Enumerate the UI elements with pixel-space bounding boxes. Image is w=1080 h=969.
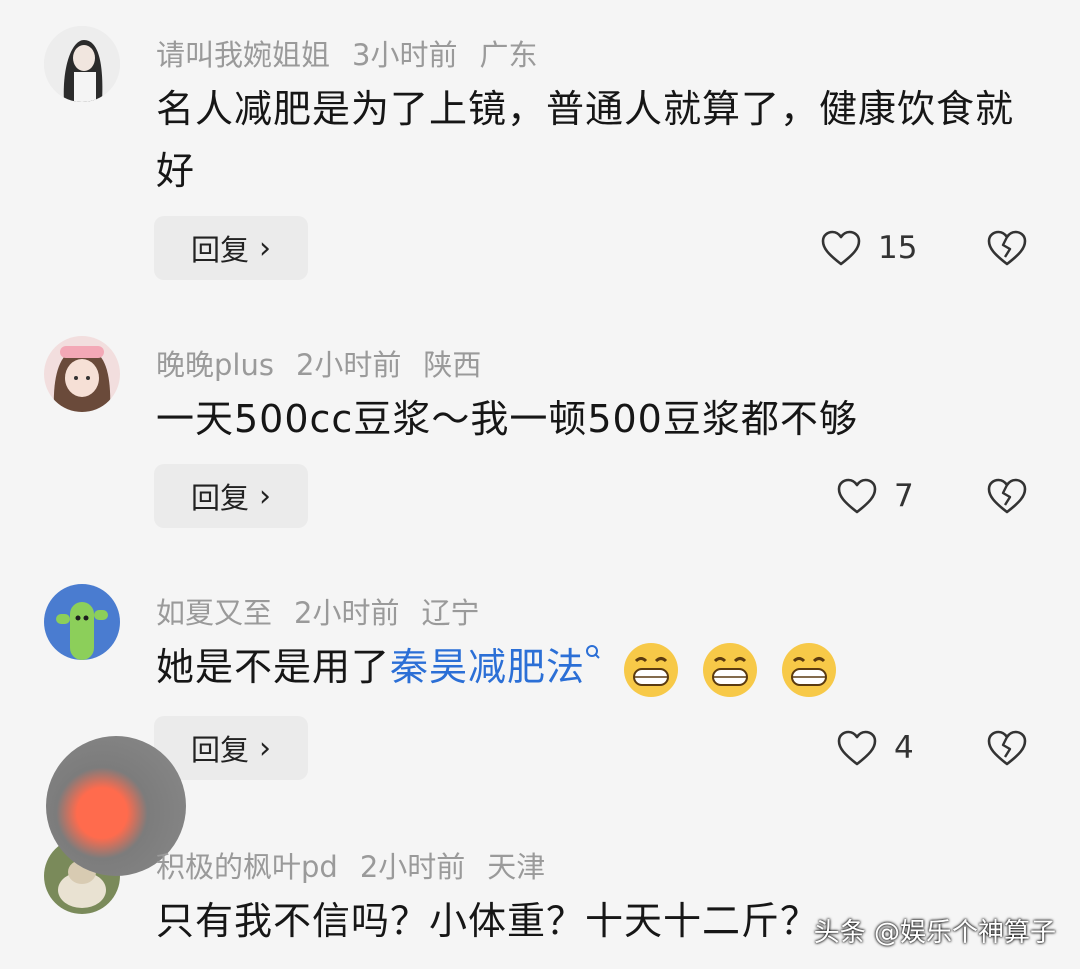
timestamp: 3小时前 (352, 38, 458, 72)
like-count: 7 (894, 478, 914, 514)
username[interactable]: 如夏又至 (156, 596, 272, 630)
grinning-emoji-icon (624, 642, 679, 697)
location: 广东 (479, 38, 538, 72)
chevron-right-icon: › (259, 478, 271, 514)
like-count: 4 (894, 730, 914, 766)
location: 天津 (487, 850, 546, 884)
username[interactable]: 晚晚plus (156, 348, 274, 382)
avatar[interactable] (44, 584, 120, 660)
search-link-text: 秦昊减肥法 (390, 645, 586, 689)
broken-heart-icon (987, 730, 1027, 766)
comment-meta: 积极的枫叶pd 2小时前 天津 (156, 844, 567, 886)
grinning-emoji-icon (782, 642, 837, 697)
dislike-button[interactable] (986, 464, 1028, 528)
avatar[interactable] (44, 336, 120, 412)
broken-heart-icon (987, 230, 1027, 266)
chevron-right-icon: › (259, 730, 271, 766)
reply-button[interactable]: 回复 › (154, 216, 308, 280)
reply-label: 回复 (190, 733, 249, 767)
comment-meta: 如夏又至 2小时前 辽宁 (156, 590, 501, 632)
comment-meta: 请叫我婉姐姐 3小时前 广东 (156, 32, 559, 74)
like-button[interactable]: 15 (820, 216, 917, 280)
comment-text: 她是不是用了秦昊减肥法 (156, 636, 1036, 699)
broken-heart-icon (987, 478, 1027, 514)
like-button[interactable]: 4 (836, 716, 914, 780)
comment-feed: 请叫我婉姐姐 3小时前 广东 名人减肥是为了上镜，普通人就算了，健康饮食就好 回复 … (0, 0, 1080, 969)
location: 辽宁 (421, 596, 480, 630)
dislike-button[interactable] (986, 716, 1028, 780)
username[interactable]: 积极的枫叶pd (156, 850, 338, 884)
grinning-emoji-icon (703, 642, 758, 697)
timestamp: 2小时前 (359, 850, 466, 884)
like-count: 15 (878, 230, 918, 266)
search-link[interactable]: 秦昊减肥法 (390, 645, 601, 689)
reply-label: 回复 (190, 481, 249, 515)
comment-text: 名人减肥是为了上镜，普通人就算了，健康饮食就好 (156, 87, 1015, 193)
comment-text: 一天500cc豆浆～我一顿500豆浆都不够 (156, 397, 858, 441)
like-button[interactable]: 7 (836, 464, 914, 528)
comment-text-prefix: 她是不是用了 (156, 645, 391, 689)
username[interactable]: 请叫我婉姐姐 (156, 38, 330, 72)
reply-label: 回复 (190, 233, 249, 267)
location: 陕西 (423, 348, 482, 382)
watermark: 头条 @娱乐个神算子 (813, 918, 1056, 948)
timestamp: 2小时前 (294, 596, 400, 630)
heart-outline-icon (837, 478, 877, 514)
search-icon (586, 645, 600, 659)
heart-outline-icon (821, 230, 861, 266)
reply-button[interactable]: 回复 › (154, 716, 308, 780)
timestamp: 2小时前 (295, 348, 402, 382)
reply-button[interactable]: 回复 › (154, 464, 308, 528)
comment-meta: 晚晚plus 2小时前 陕西 (156, 342, 503, 384)
heart-outline-icon (837, 730, 877, 766)
avatar[interactable] (44, 26, 120, 102)
chevron-right-icon: › (259, 230, 271, 266)
dislike-button[interactable] (986, 216, 1028, 280)
